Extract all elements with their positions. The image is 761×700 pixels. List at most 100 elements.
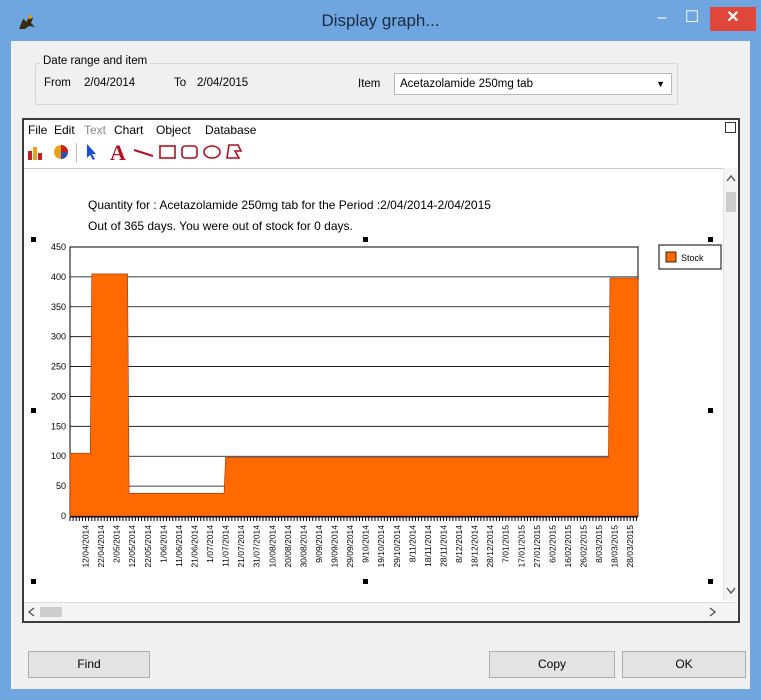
selection-handle[interactable] <box>708 579 713 584</box>
x-tick-label: 18/11/2014 <box>423 525 433 567</box>
legend-label: Stock <box>681 253 704 263</box>
horizontal-scrollbar[interactable] <box>24 602 738 621</box>
x-tick-label: 27/01/2015 <box>532 525 542 568</box>
x-tick-label: 10/08/2014 <box>267 525 277 568</box>
title-bar[interactable]: Display graph... – ☐ ✕ <box>3 3 758 41</box>
y-tick-label: 450 <box>51 242 66 252</box>
x-tick-label: 9/09/2014 <box>314 525 324 563</box>
pie-chart-icon[interactable] <box>50 142 72 162</box>
selection-handle[interactable] <box>708 408 713 413</box>
y-tick-label: 300 <box>51 332 66 342</box>
x-tick-label: 30/08/2014 <box>298 525 308 568</box>
selection-handle[interactable] <box>31 579 36 584</box>
item-select-value: Acetazolamide 250mg tab <box>400 78 533 90</box>
find-button[interactable]: Find <box>28 651 150 678</box>
selection-handle[interactable] <box>31 408 36 413</box>
ellipse-tool-icon[interactable] <box>202 142 222 162</box>
plot-area: Quantity for : Acetazolamide 250mg tab f… <box>24 168 724 599</box>
line-tool-icon[interactable] <box>132 142 156 162</box>
y-tick-label: 100 <box>51 451 66 461</box>
x-tick-label: 1/06/2014 <box>158 525 168 563</box>
to-label: To <box>174 77 187 89</box>
polygon-tool-icon[interactable] <box>224 142 244 162</box>
x-tick-label: 8/12/2014 <box>454 525 464 563</box>
copy-button[interactable]: Copy <box>489 651 615 678</box>
y-tick-label: 50 <box>56 481 66 491</box>
y-tick-label: 250 <box>51 362 66 372</box>
menu-text[interactable]: Text <box>84 123 106 137</box>
vertical-scrollbar[interactable] <box>723 168 738 601</box>
graph-frame: File Edit Text Chart Object Database A Q… <box>22 118 740 623</box>
window-title: Display graph... <box>321 11 440 30</box>
y-tick-label: 200 <box>51 391 66 401</box>
to-date-value[interactable]: 2/04/2015 <box>197 77 248 89</box>
x-tick-label: 29/10/2014 <box>392 525 402 568</box>
x-tick-label: 21/06/2014 <box>190 525 200 568</box>
text-tool-icon[interactable]: A <box>110 140 126 166</box>
graph-toolbar: A <box>24 140 738 166</box>
chart-title: Quantity for : Acetazolamide 250mg tab f… <box>88 198 491 212</box>
pointer-icon[interactable] <box>82 142 102 162</box>
x-tick-label: 21/07/2014 <box>236 525 246 568</box>
stock-chart[interactable]: Quantity for : Acetazolamide 250mg tab f… <box>24 169 724 599</box>
x-tick-label: 19/09/2014 <box>330 525 340 568</box>
x-tick-label: 22/05/2014 <box>143 525 153 568</box>
x-tick-label: 28/12/2014 <box>485 525 495 568</box>
x-tick-label: 1/07/2014 <box>205 525 215 563</box>
x-tick-label: 18/03/2015 <box>610 525 620 568</box>
x-tick-label: 9/10/2014 <box>361 525 371 563</box>
chart-subtitle: Out of 365 days. You were out of stock f… <box>88 219 353 233</box>
selection-handle[interactable] <box>363 579 368 584</box>
selection-handle[interactable] <box>363 237 368 242</box>
menu-edit[interactable]: Edit <box>54 123 75 137</box>
display-graph-window: Display graph... – ☐ ✕ Date range and it… <box>0 0 761 700</box>
from-label: From <box>44 77 71 89</box>
group-title: Date range and item <box>40 55 151 67</box>
rectangle-tool-icon[interactable] <box>158 142 178 162</box>
graph-menubar: File Edit Text Chart Object Database <box>24 120 738 138</box>
x-tick-label: 2/05/2014 <box>112 525 122 563</box>
x-tick-label: 12/04/2014 <box>81 525 91 568</box>
x-tick-label: 19/10/2014 <box>376 525 386 568</box>
from-date-value[interactable]: 2/04/2014 <box>84 77 135 89</box>
frame-close-icon[interactable] <box>725 122 736 133</box>
x-tick-label: 28/11/2014 <box>439 525 449 567</box>
x-tick-label: 16/02/2015 <box>563 525 573 568</box>
menu-object[interactable]: Object <box>156 123 191 137</box>
x-tick-label: 11/07/2014 <box>221 525 231 567</box>
legend-swatch <box>665 251 677 263</box>
horizontal-scrollbar-track <box>27 607 717 617</box>
close-button[interactable]: ✕ <box>710 7 756 31</box>
maximize-button[interactable]: ☐ <box>679 7 705 31</box>
x-tick-label: 26/02/2015 <box>579 525 589 568</box>
y-tick-label: 150 <box>51 421 66 431</box>
x-tick-label: 17/01/2015 <box>516 525 526 568</box>
selection-handle[interactable] <box>31 237 36 242</box>
chart-icon[interactable] <box>27 142 49 162</box>
x-tick-label: 6/02/2015 <box>547 525 557 563</box>
vertical-scrollbar-track <box>726 174 736 595</box>
x-tick-label: 7/01/2015 <box>501 525 511 563</box>
menu-chart[interactable]: Chart <box>114 123 143 137</box>
selection-handle[interactable] <box>708 237 713 242</box>
menu-file[interactable]: File <box>28 123 47 137</box>
menu-database[interactable]: Database <box>205 123 256 137</box>
x-tick-label: 31/07/2014 <box>252 525 262 568</box>
item-label: Item <box>358 78 381 90</box>
x-tick-label: 8/03/2015 <box>594 525 604 563</box>
rounded-rectangle-tool-icon[interactable] <box>180 142 200 162</box>
dialog-body: Date range and item From 2/04/2014 To 2/… <box>11 41 750 689</box>
ok-button[interactable]: OK <box>622 651 746 678</box>
x-tick-label: 12/05/2014 <box>127 525 137 568</box>
x-tick-label: 11/06/2014 <box>174 525 184 567</box>
x-tick-label: 28/03/2015 <box>625 525 635 568</box>
x-tick-label: 22/04/2014 <box>96 525 106 568</box>
chevron-down-icon[interactable]: ▼ <box>656 74 665 94</box>
minimize-button[interactable]: – <box>649 7 675 31</box>
y-tick-label: 0 <box>61 511 66 521</box>
x-tick-label: 29/09/2014 <box>345 525 355 568</box>
item-select[interactable]: Acetazolamide 250mg tab ▼ <box>394 73 672 95</box>
y-tick-label: 350 <box>51 302 66 312</box>
x-tick-label: 8/11/2014 <box>407 525 417 562</box>
x-tick-label: 18/12/2014 <box>470 525 480 568</box>
